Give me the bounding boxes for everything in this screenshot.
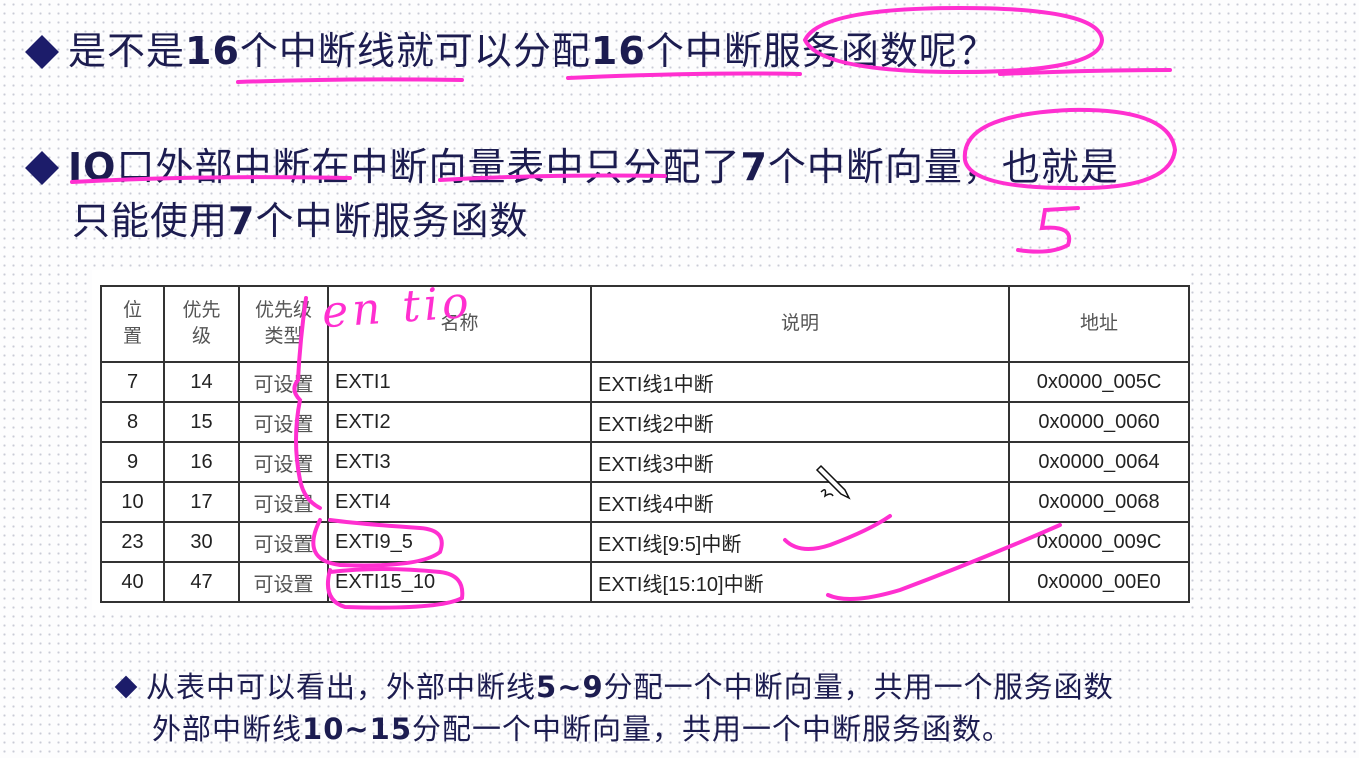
handwritten-5 xyxy=(1016,206,1080,254)
underline-16-lines xyxy=(236,77,464,84)
brace-line xyxy=(292,296,322,510)
handwriting-en-tio: en tio xyxy=(320,276,475,339)
check-mark-9-5 xyxy=(783,514,892,551)
circle-isr xyxy=(803,5,1105,75)
check-mark-15-10 xyxy=(826,523,1062,601)
underline-assign xyxy=(566,71,802,80)
pen-cursor-icon xyxy=(815,464,851,500)
handwritten-annotations xyxy=(70,5,1178,610)
circle-vector xyxy=(962,107,1178,191)
circle-exti15-10 xyxy=(325,567,465,610)
circle-exti9-5 xyxy=(311,518,444,568)
underline-io xyxy=(70,175,352,184)
underline-vector-table xyxy=(438,173,667,182)
